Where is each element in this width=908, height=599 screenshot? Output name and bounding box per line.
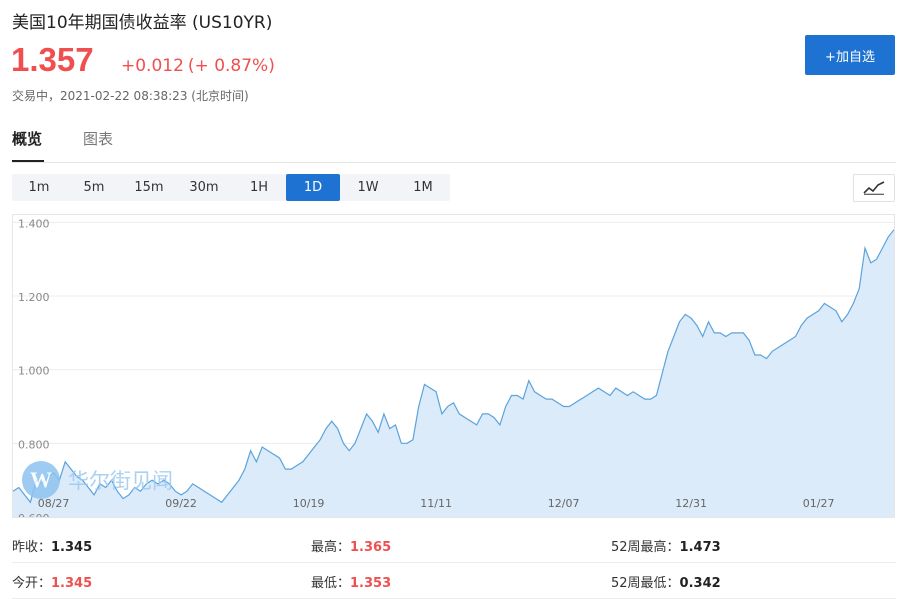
- tab-chart[interactable]: 图表: [83, 128, 113, 149]
- x-tick-label: 12/07: [548, 497, 580, 510]
- stat-value: 1.473: [679, 540, 721, 555]
- range-15m-button[interactable]: 15m: [122, 174, 176, 201]
- stat-value: 0.342: [679, 576, 721, 591]
- change-value: +0.012: [121, 56, 184, 76]
- stat-value: 1.345: [51, 540, 93, 555]
- chart-type-toggle[interactable]: [853, 174, 895, 202]
- tab-overview[interactable]: 概览: [12, 128, 42, 149]
- range-1m-button[interactable]: 1m: [12, 174, 66, 201]
- y-tick-label: 0.600: [18, 512, 50, 517]
- change-percent: (+ 0.87%): [187, 56, 275, 76]
- line-chart-icon: [863, 181, 885, 195]
- x-tick-label: 11/11: [420, 497, 452, 510]
- range-30m-button[interactable]: 30m: [177, 174, 231, 201]
- range-selector: 1m 5m 15m 30m 1H 1D 1W 1M: [12, 174, 450, 201]
- stat-52wk-high: 52周最高：1.473: [611, 536, 721, 555]
- stat-label: 今开：: [12, 576, 52, 591]
- tab-overview-underline: [12, 160, 44, 162]
- y-tick-label: 1.400: [18, 217, 50, 230]
- stat-value: 1.345: [51, 576, 93, 591]
- stat-label: 52周最低：: [611, 576, 680, 591]
- add-watchlist-button[interactable]: +加自选: [805, 35, 895, 75]
- y-tick-label: 1.200: [18, 291, 50, 304]
- stat-label: 52周最高：: [611, 540, 680, 555]
- range-1d-button[interactable]: 1D: [286, 174, 340, 201]
- y-tick-label: 1.000: [18, 365, 50, 378]
- stat-high: 最高：1.365: [311, 536, 391, 555]
- tab-bar: 概览 图表: [12, 128, 896, 163]
- watermark-logo: W: [22, 461, 60, 499]
- stat-open: 今开：1.345: [12, 572, 92, 591]
- stat-value: 1.365: [350, 540, 392, 555]
- stat-prev-close: 昨收：1.345: [12, 536, 92, 555]
- x-tick-label: 01/27: [803, 497, 835, 510]
- current-price: 1.357: [11, 41, 94, 78]
- trading-status: 交易中，2021-02-22 08:38:23 (北京时间): [12, 89, 249, 103]
- stats-row-2: 今开：1.345 最低：1.353 52周最低：0.342: [12, 562, 896, 599]
- stat-label: 昨收：: [12, 540, 52, 555]
- watermark-text: 华尔街见闻: [68, 469, 173, 493]
- watermark: W 华尔街见闻: [22, 461, 173, 499]
- range-5m-button[interactable]: 5m: [67, 174, 121, 201]
- stat-value: 1.353: [350, 576, 392, 591]
- x-tick-label: 10/19: [293, 497, 325, 510]
- stat-low: 最低：1.353: [311, 572, 391, 591]
- y-tick-label: 0.800: [18, 438, 50, 451]
- x-tick-label: 12/31: [675, 497, 707, 510]
- page-title: 美国10年期国债收益率 (US10YR): [12, 13, 273, 33]
- range-1mo-button[interactable]: 1M: [396, 174, 450, 201]
- range-1w-button[interactable]: 1W: [341, 174, 395, 201]
- stat-52wk-low: 52周最低：0.342: [611, 572, 721, 591]
- range-1h-button[interactable]: 1H: [232, 174, 286, 201]
- price-change: +0.012 (+ 0.87%): [121, 56, 279, 76]
- stat-label: 最高：: [311, 540, 351, 555]
- stat-label: 最低：: [311, 576, 351, 591]
- stats-row-1: 昨收：1.345 最高：1.365 52周最高：1.473: [12, 526, 896, 563]
